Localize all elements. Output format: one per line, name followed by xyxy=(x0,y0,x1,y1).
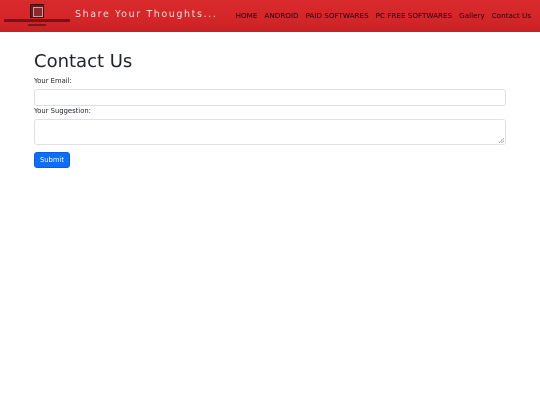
suggestion-textarea[interactable] xyxy=(34,119,506,145)
nav-link-paid-softwares[interactable]: PAID SOFTWARES xyxy=(306,11,369,20)
submit-button[interactable]: Submit xyxy=(34,152,70,168)
nav-link-contact-us[interactable]: Contact Us xyxy=(492,11,531,20)
suggestion-label: Your Suggestion: xyxy=(34,107,91,115)
nav-link-home[interactable]: HOME xyxy=(236,11,258,20)
resize-grip-icon[interactable] xyxy=(499,138,504,143)
nav-links: HOME ANDROID PAID SOFTWARES PC FREE SOFT… xyxy=(229,11,531,20)
navbar: Share Your Thoughts... HOME ANDROID PAID… xyxy=(0,0,540,32)
logo-text-strip xyxy=(4,19,70,22)
email-label: Your Email: xyxy=(34,77,72,85)
logo-emblem-icon xyxy=(30,4,44,18)
nav-link-pc-free-softwares[interactable]: PC FREE SOFTWARES xyxy=(376,11,452,20)
logo-subtext-strip xyxy=(28,24,46,26)
nav-link-android[interactable]: ANDROID xyxy=(264,11,298,20)
email-field[interactable] xyxy=(34,89,506,106)
brand-tagline: Share Your Thoughts... xyxy=(75,9,218,20)
page-title: Contact Us xyxy=(34,51,133,72)
nav-link-gallery[interactable]: Gallery xyxy=(459,11,485,20)
contact-form: Contact Us Your Email: Your Suggestion: … xyxy=(34,51,506,168)
site-logo[interactable] xyxy=(4,3,70,28)
